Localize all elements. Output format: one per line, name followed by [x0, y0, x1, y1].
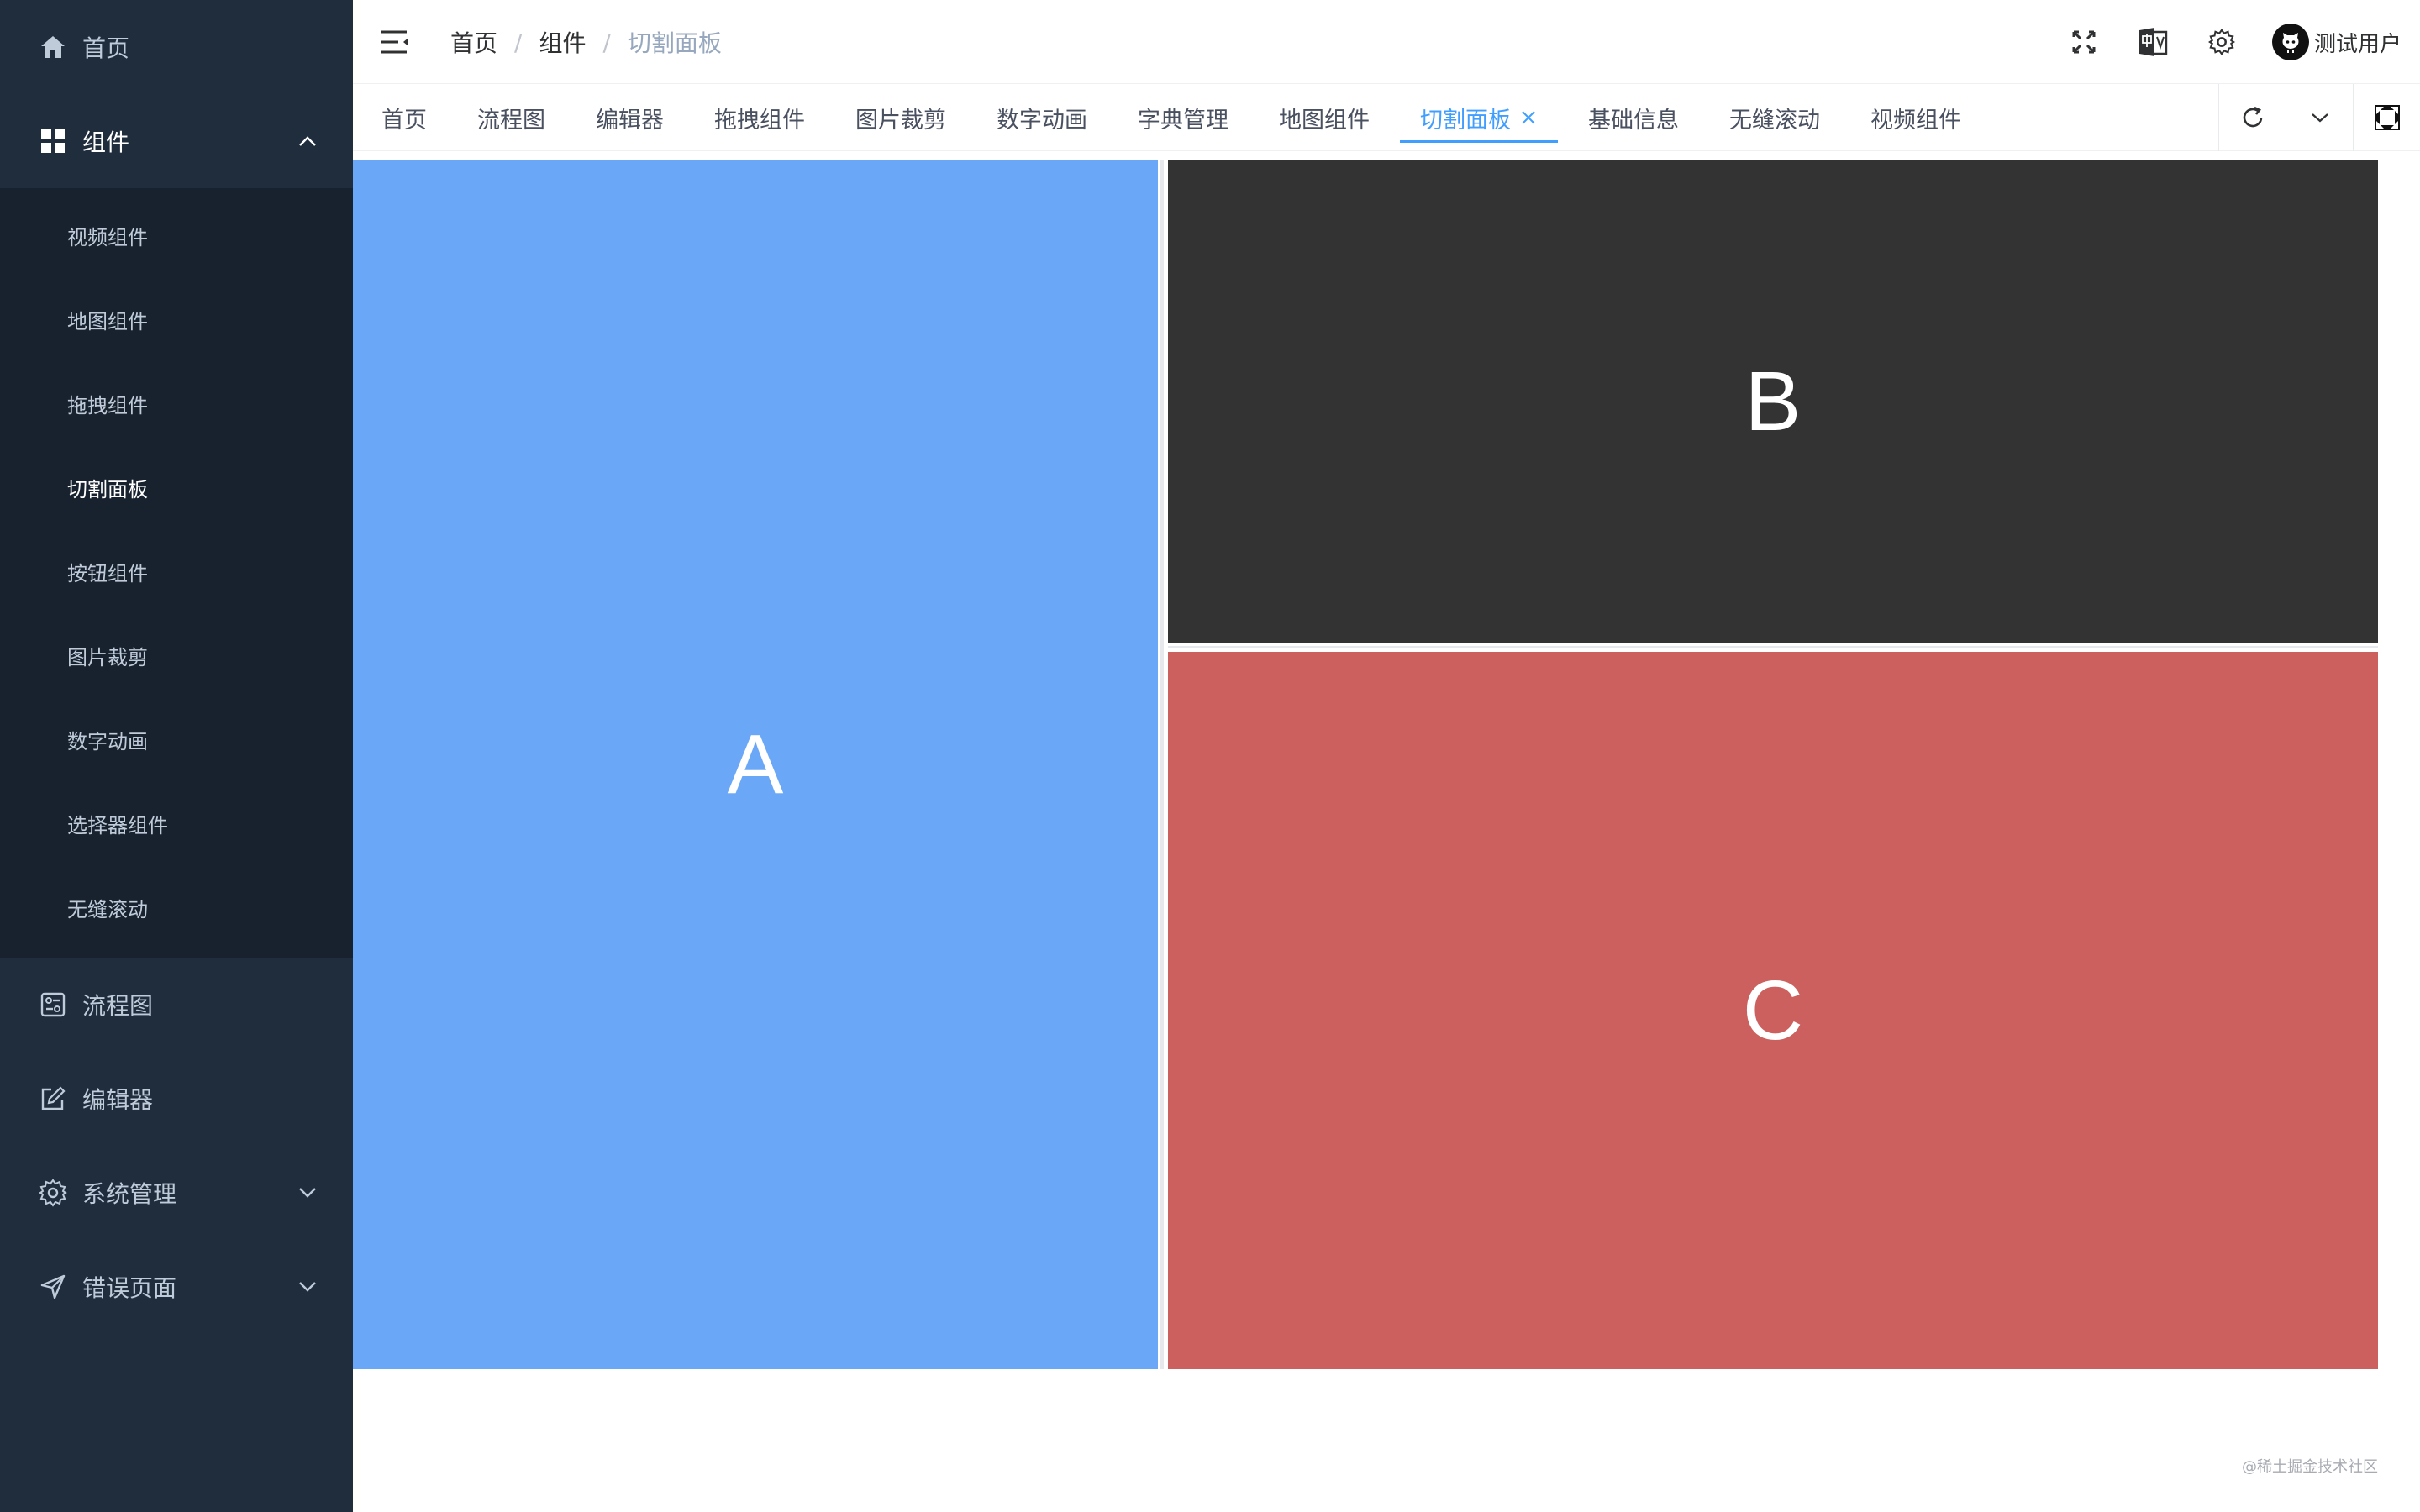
tag-flowchart[interactable]: 流程图	[457, 92, 566, 143]
menu-item-label: 组件	[82, 129, 130, 156]
menu-item-error-pages[interactable]: 错误页面	[0, 1240, 353, 1334]
tag-seamless-scroll[interactable]: 无缝滚动	[1709, 92, 1840, 143]
components-submenu: 视频组件 地图组件 拖拽组件 切割面板 按钮组件 图片裁剪 数字动画 选择器组件…	[0, 188, 353, 958]
maximize-icon[interactable]	[2353, 84, 2420, 151]
tags-view: 首页 流程图 编辑器 拖拽组件 图片裁剪 数字动画 字典管理 地图组件 切割面板…	[353, 84, 2420, 151]
menu-item-label: 编辑器	[82, 1086, 154, 1114]
submenu-item-button[interactable]: 按钮组件	[0, 529, 353, 613]
breadcrumb-item-home[interactable]: 首页	[450, 25, 497, 59]
menu-item-label: 系统管理	[82, 1180, 177, 1208]
menu-item-editor[interactable]: 编辑器	[0, 1052, 353, 1146]
flowchart-icon	[39, 990, 67, 1019]
breadcrumb-separator: /	[602, 28, 611, 56]
settings-gear-icon[interactable]	[2203, 24, 2240, 60]
submenu-item-seamless-scroll[interactable]: 无缝滚动	[0, 865, 353, 949]
breadcrumb-item-current: 切割面板	[627, 29, 722, 57]
navbar: 首页 / 组件 / 切割面板 测试用户	[353, 0, 2420, 84]
watermark: @稀土掘金技术社区	[2242, 1458, 2378, 1476]
user-name: 测试用户	[2313, 31, 2402, 57]
menu-item-label: 流程图	[82, 992, 154, 1020]
submenu-item-map[interactable]: 地图组件	[0, 277, 353, 361]
tag-label: 切割面板	[1420, 107, 1511, 134]
tag-actions	[2218, 84, 2420, 151]
menu-item-components[interactable]: 组件	[0, 94, 353, 188]
tag-home[interactable]: 首页	[361, 92, 447, 143]
tag-drag[interactable]: 拖拽组件	[694, 92, 825, 143]
tag-image-crop[interactable]: 图片裁剪	[835, 92, 966, 143]
split-pane: A B C	[353, 160, 2378, 1369]
menu-item-home[interactable]: 首页	[0, 0, 353, 94]
gear-icon	[39, 1179, 67, 1207]
refresh-icon[interactable]	[2218, 84, 2286, 151]
submenu-item-count-to[interactable]: 数字动画	[0, 697, 353, 781]
close-icon[interactable]	[1519, 108, 1538, 127]
tag-map[interactable]: 地图组件	[1259, 92, 1390, 143]
vertical-resize-trigger[interactable]	[1158, 160, 1168, 1369]
tag-video[interactable]: 视频组件	[1850, 92, 1981, 143]
pane-a: A	[353, 160, 1158, 1369]
chevron-down-icon[interactable]	[2286, 84, 2353, 151]
chevron-down-icon	[297, 1277, 318, 1297]
edit-icon	[39, 1084, 67, 1113]
tag-split-pane[interactable]: 切割面板	[1400, 92, 1558, 143]
breadcrumb: 首页 / 组件 / 切割面板	[450, 0, 722, 84]
pane-b: B	[1168, 160, 2378, 643]
send-icon	[39, 1273, 67, 1301]
menu-item-label: 首页	[82, 34, 130, 62]
chevron-up-icon	[297, 131, 318, 151]
submenu-item-selector[interactable]: 选择器组件	[0, 781, 353, 865]
language-icon[interactable]	[2134, 24, 2171, 60]
chevron-down-icon	[297, 1183, 318, 1203]
sidebar: 首页 组件 视频组件 地图组件 拖拽组件 切割面板 按钮组件 图片裁剪 数字动画…	[0, 0, 353, 1512]
avatar	[2271, 24, 2309, 60]
menu-item-flowchart[interactable]: 流程图	[0, 958, 353, 1052]
breadcrumb-separator: /	[514, 28, 523, 56]
horizontal-resize-trigger[interactable]	[1168, 643, 2378, 652]
submenu-item-drag[interactable]: 拖拽组件	[0, 361, 353, 445]
grid-icon	[39, 127, 67, 155]
pane-c: C	[1168, 652, 2378, 1369]
tag-editor[interactable]: 编辑器	[576, 92, 684, 143]
hamburger-icon[interactable]	[378, 25, 412, 59]
user-dropdown[interactable]: 测试用户	[2271, 24, 2402, 60]
menu-item-label: 错误页面	[82, 1274, 177, 1302]
tag-count-to[interactable]: 数字动画	[976, 92, 1107, 143]
menu-item-system[interactable]: 系统管理	[0, 1146, 353, 1240]
fullscreen-icon[interactable]	[2065, 24, 2102, 60]
submenu-item-image-crop[interactable]: 图片裁剪	[0, 613, 353, 697]
tag-dictionary[interactable]: 字典管理	[1118, 92, 1249, 143]
tag-basic-info[interactable]: 基础信息	[1568, 92, 1699, 143]
submenu-item-split-pane[interactable]: 切割面板	[0, 445, 353, 529]
home-icon	[39, 33, 67, 61]
tags-list: 首页 流程图 编辑器 拖拽组件 图片裁剪 数字动画 字典管理 地图组件 切割面板…	[361, 84, 1991, 151]
breadcrumb-item-components[interactable]: 组件	[539, 25, 586, 59]
submenu-item-video[interactable]: 视频组件	[0, 193, 353, 277]
navbar-right: 测试用户	[2033, 0, 2402, 84]
